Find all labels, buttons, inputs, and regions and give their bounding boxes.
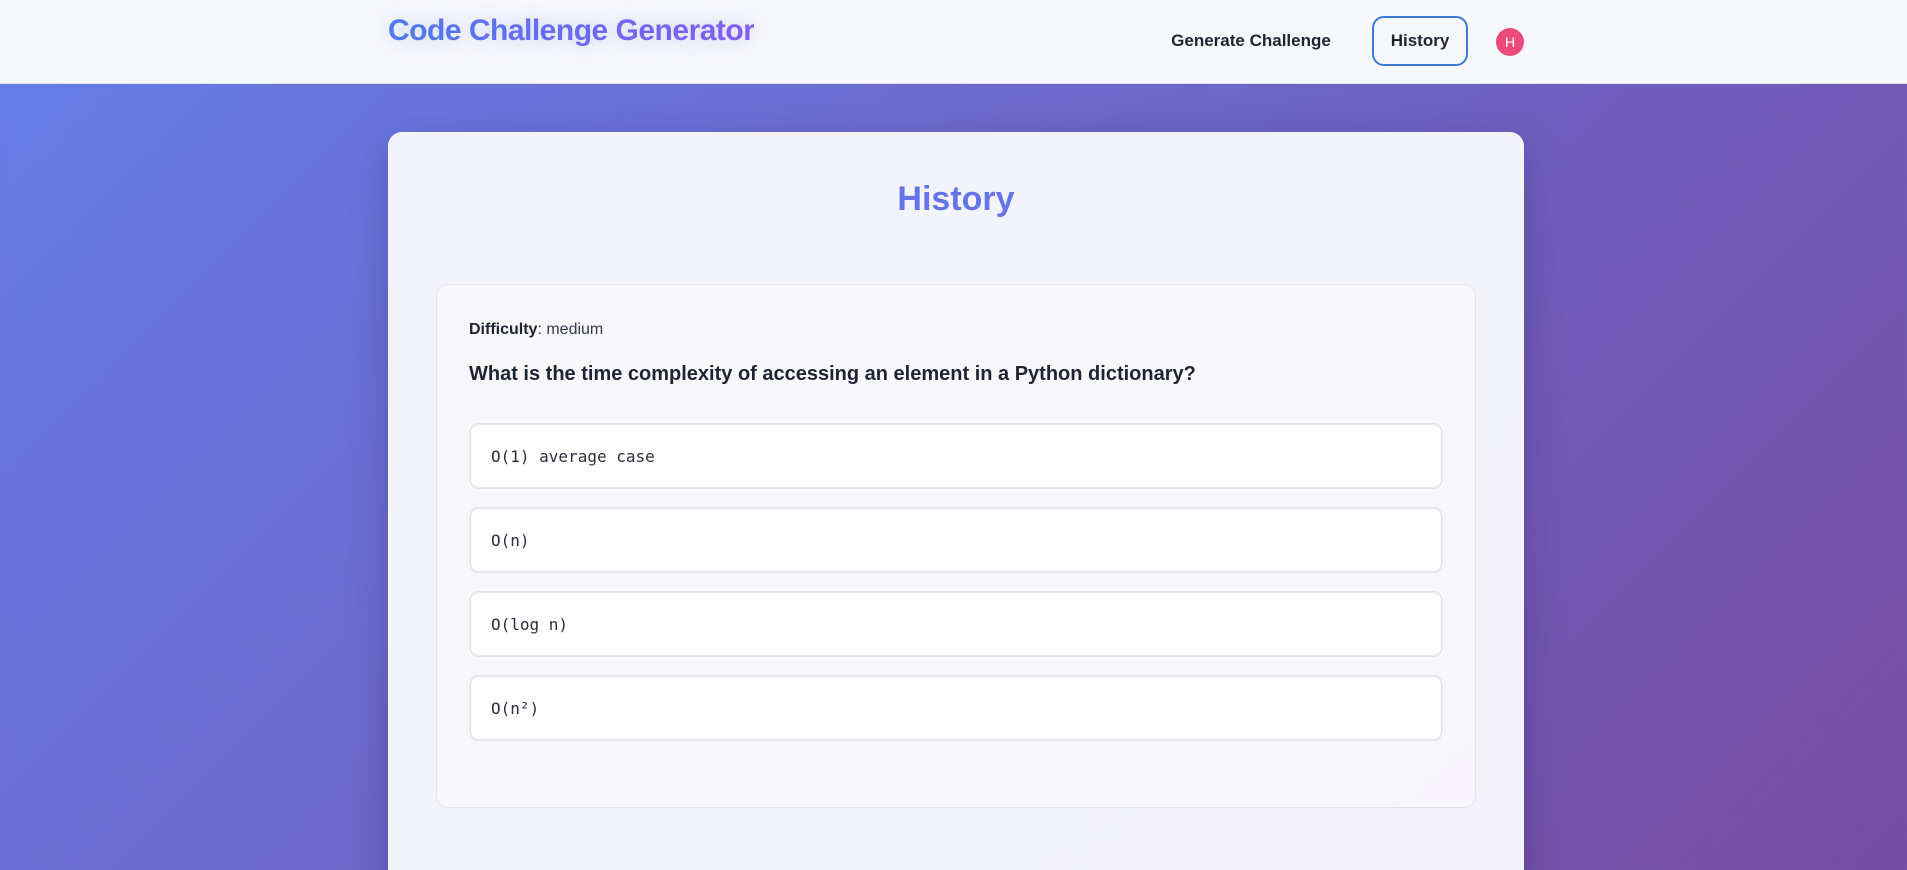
user-avatar[interactable]: H: [1496, 28, 1524, 56]
brand-logo[interactable]: Code Challenge Generator: [388, 14, 755, 48]
answer-option[interactable]: O(log n): [469, 591, 1443, 657]
answer-option[interactable]: O(1) average case: [469, 423, 1443, 489]
nav-history[interactable]: History: [1372, 16, 1468, 66]
challenge-card: Difficulty: medium What is the time comp…: [436, 284, 1476, 808]
history-panel: History Difficulty: medium What is the t…: [388, 132, 1524, 870]
answer-option[interactable]: O(n): [469, 507, 1443, 573]
question-text: What is the time complexity of accessing…: [469, 363, 1196, 385]
difficulty-label: Difficulty: [469, 321, 538, 338]
difficulty-line: Difficulty: medium: [469, 321, 604, 338]
top-navbar: Code Challenge Generator Generate Challe…: [0, 0, 1907, 84]
nav-generate-challenge[interactable]: Generate Challenge: [1160, 16, 1342, 66]
answer-option[interactable]: O(n²): [469, 675, 1443, 741]
difficulty-value: medium: [546, 321, 604, 338]
page-title: History: [897, 180, 1015, 218]
